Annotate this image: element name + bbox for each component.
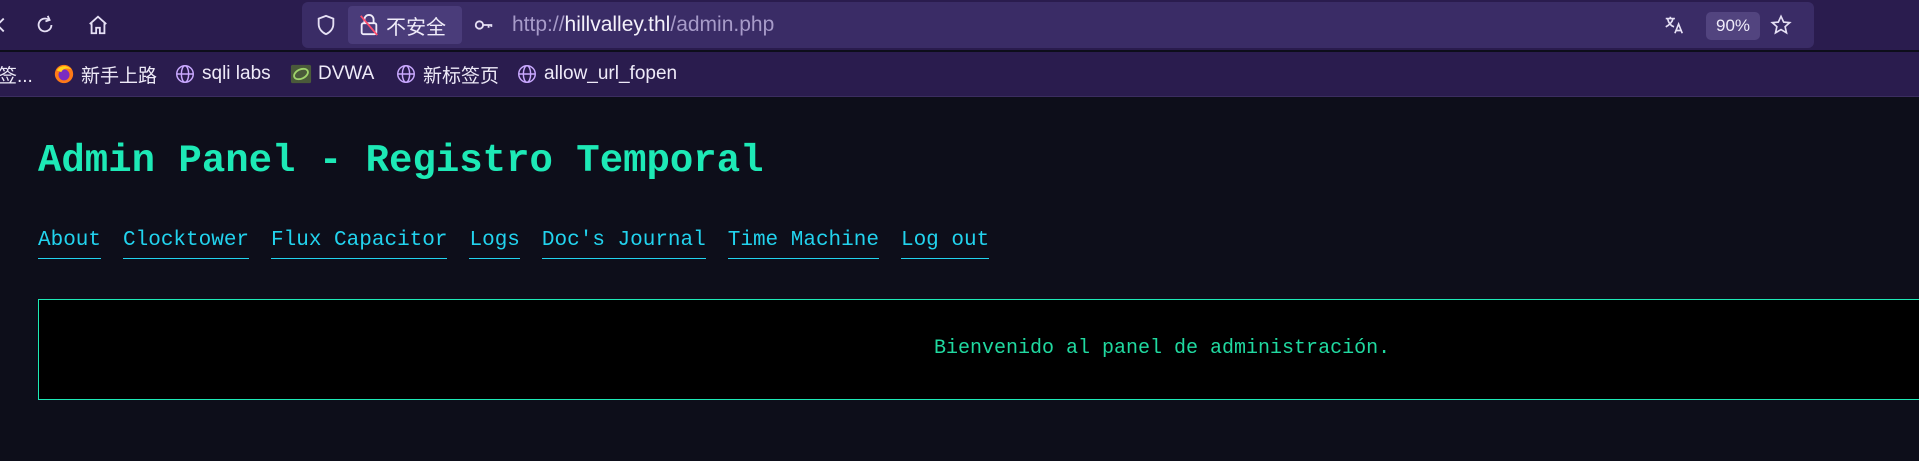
bookmark-label: 新标签页 <box>423 65 500 87</box>
url-path: /admin.php <box>670 13 775 36</box>
insecure-lock-icon <box>360 14 378 36</box>
bookmark-item[interactable]: 签... <box>0 62 33 87</box>
security-label: 不安全 <box>386 14 446 39</box>
nav-link-about[interactable]: About <box>38 229 102 259</box>
nav-link-logs[interactable]: Logs <box>469 229 520 259</box>
nav-link-clocktower[interactable]: Clocktower <box>123 229 250 259</box>
bookmark-item[interactable]: 新手上路 <box>53 62 158 87</box>
welcome-message: Bienvenido al panel de administración. <box>934 337 1391 360</box>
dvwa-icon <box>290 63 312 85</box>
bookmark-label: 新手上路 <box>81 65 158 87</box>
back-button[interactable] <box>0 10 16 40</box>
translate-icon[interactable] <box>1660 11 1688 39</box>
reload-button[interactable] <box>30 10 60 40</box>
home-icon <box>89 15 107 35</box>
main-nav: About Clocktower Flux Capacitor Logs Doc… <box>38 229 1011 259</box>
bookmark-star-icon[interactable] <box>1767 11 1795 39</box>
bookmark-item[interactable]: DVWA <box>290 62 374 86</box>
connection-security-button[interactable]: 不安全 <box>348 6 462 44</box>
browser-toolbar: 不安全 http://hillvalley.thl/admin.php 90% <box>0 0 1919 50</box>
zoom-level-button[interactable]: 90% <box>1706 12 1760 40</box>
bookmark-label: allow_url_fopen <box>544 63 678 84</box>
nav-link-flux-capacitor[interactable]: Flux Capacitor <box>271 229 448 259</box>
url-prefix: http:// <box>512 13 565 36</box>
bookmark-item[interactable]: sqli labs <box>174 62 271 86</box>
welcome-panel: Bienvenido al panel de administración. <box>38 299 1919 400</box>
key-icon[interactable] <box>470 11 498 39</box>
url-text[interactable]: http://hillvalley.thl/admin.php <box>512 13 774 37</box>
globe-icon <box>516 63 538 85</box>
bookmark-item[interactable]: 新标签页 <box>395 62 500 87</box>
globe-icon <box>174 63 196 85</box>
globe-icon <box>395 63 417 85</box>
page-content: Admin Panel - Registro Temporal About Cl… <box>0 97 1919 461</box>
url-host: hillvalley.thl <box>564 13 671 36</box>
reload-icon <box>37 15 53 33</box>
nav-link-time-machine[interactable]: Time Machine <box>727 229 879 259</box>
bookmark-label: 签... <box>0 65 33 87</box>
address-bar[interactable]: 不安全 http://hillvalley.thl/admin.php 90% <box>302 2 1814 48</box>
bookmark-item[interactable]: allow_url_fopen <box>516 62 677 86</box>
nav-link-docs-journal[interactable]: Doc's Journal <box>541 229 706 259</box>
bookmarks-bar: 签... 新手上路 sqli labs DVWA 新标签页 allow_url_… <box>0 52 1919 97</box>
back-arrow-icon <box>0 17 5 33</box>
firefox-icon <box>53 63 75 85</box>
bookmark-label: sqli labs <box>202 63 271 84</box>
page-title: Admin Panel - Registro Temporal <box>38 139 764 183</box>
home-button[interactable] <box>83 10 113 40</box>
nav-link-log-out[interactable]: Log out <box>900 229 990 259</box>
tracking-shield-icon[interactable] <box>312 11 340 39</box>
bookmark-label: DVWA <box>318 63 375 84</box>
